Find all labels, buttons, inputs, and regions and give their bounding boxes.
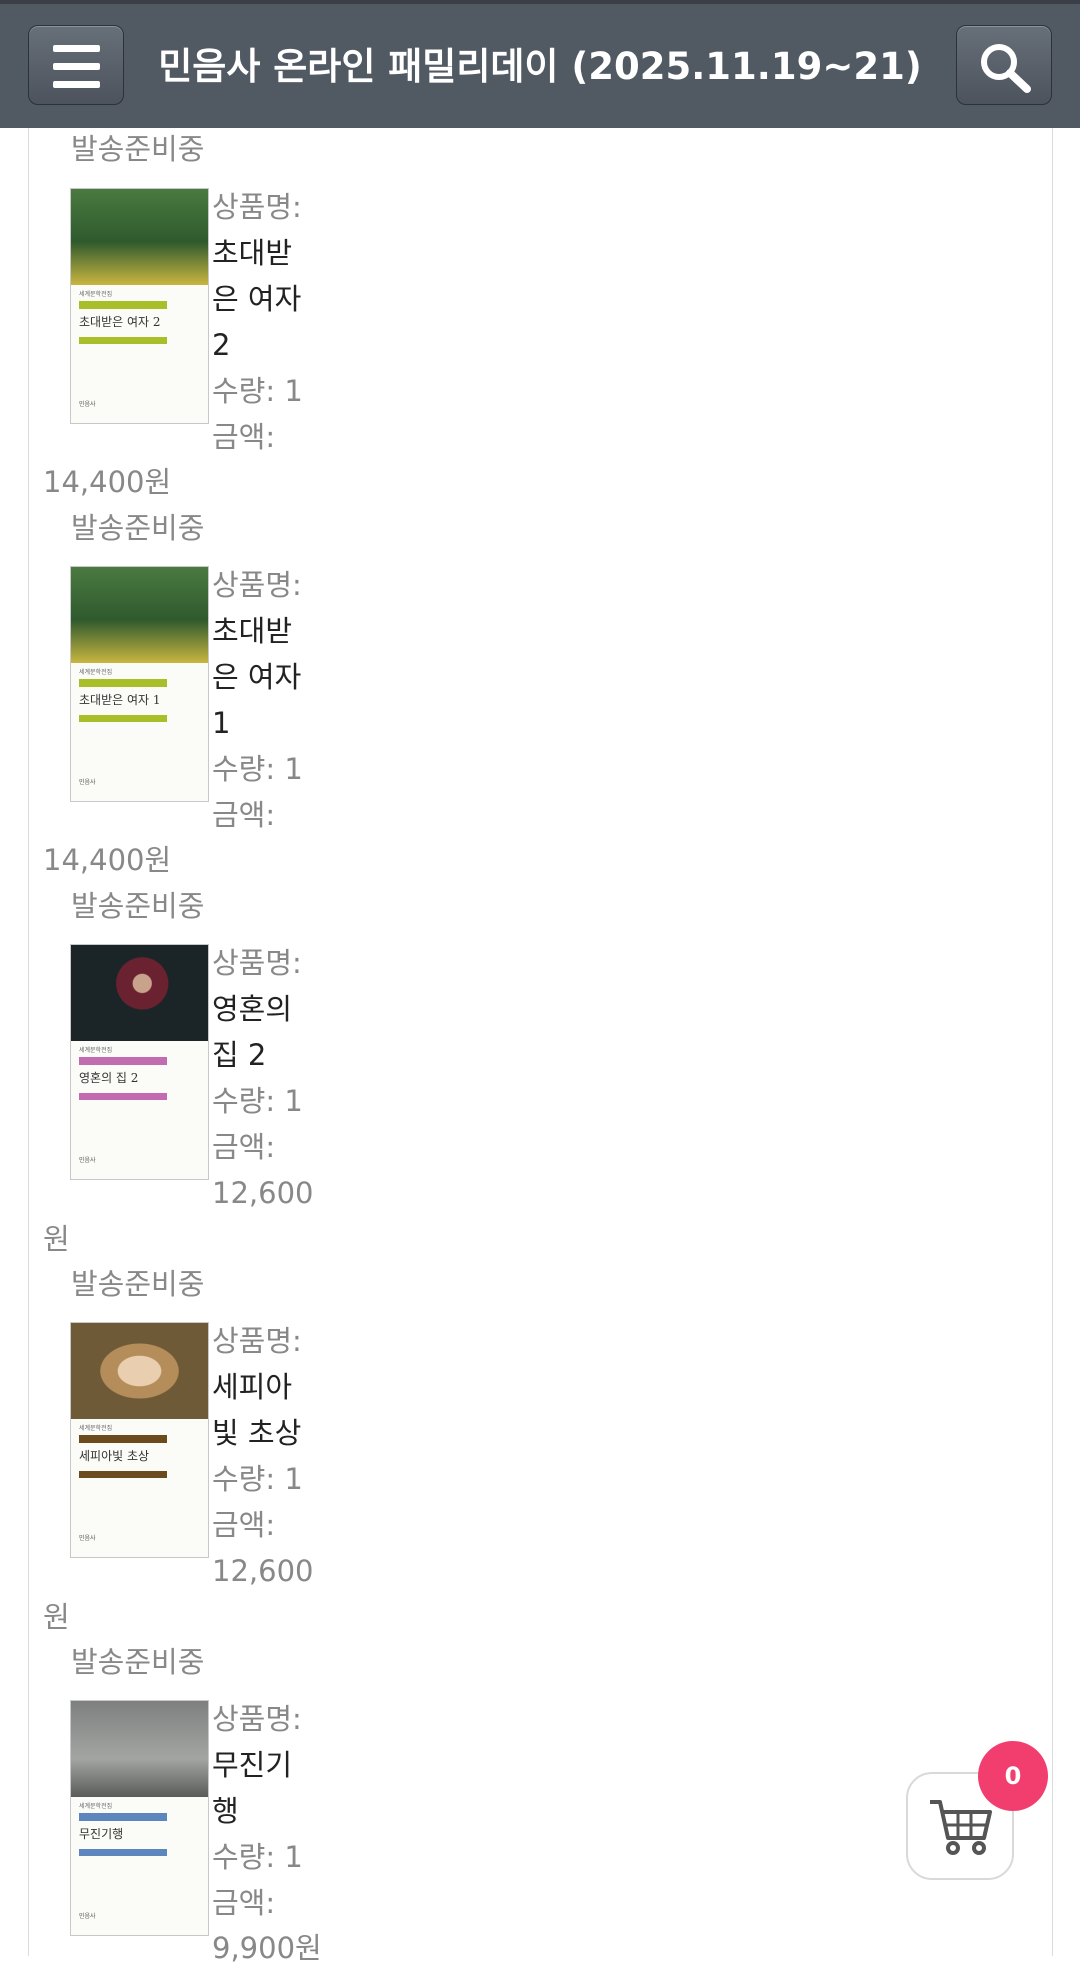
order-status: 발송준비중 bbox=[71, 511, 205, 545]
order-list-panel: 발송준비중 세계문학전집 초대받은 여자 2 민음사 상품명: 초대받 은 여자… bbox=[28, 128, 1053, 1965]
quantity-label: 수량: bbox=[212, 374, 285, 408]
cover-accent-bar bbox=[79, 1471, 167, 1478]
quantity-label: 수량: bbox=[212, 1084, 285, 1118]
quantity-text: 수량: 1 bbox=[212, 1834, 303, 1880]
book-cover-image[interactable]: 세계문학전집 세피아빛 초상 민음사 bbox=[70, 1322, 209, 1558]
product-name-line[interactable]: 집 2 bbox=[212, 1032, 266, 1078]
product-name-label: 상품명: bbox=[212, 1324, 302, 1358]
price-label: 금액: bbox=[212, 1508, 276, 1542]
book-cover-image[interactable]: 세계문학전집 초대받은 여자 2 민음사 bbox=[70, 188, 209, 424]
quantity-label: 수량: bbox=[212, 752, 285, 786]
product-name-line[interactable]: 초대받 bbox=[212, 608, 292, 654]
order-status: 발송준비중 bbox=[71, 889, 205, 923]
header-bar: 민음사 온라인 패밀리데이 (2025.11.19~21) bbox=[0, 4, 1080, 128]
shopping-cart-icon bbox=[930, 1800, 992, 1855]
quantity-text: 수량: 1 bbox=[212, 746, 303, 792]
search-button[interactable] bbox=[956, 25, 1052, 105]
cover-publisher-logo: 민음사 bbox=[79, 401, 96, 408]
cover-series-text: 세계문학전집 bbox=[79, 669, 113, 676]
order-status: 발송준비중 bbox=[71, 132, 205, 166]
quantity-value: 1 bbox=[284, 374, 303, 408]
quantity-label: 수량: bbox=[212, 1840, 285, 1874]
quantity-value: 1 bbox=[284, 1840, 303, 1874]
cover-series-text: 세계문학전집 bbox=[79, 1047, 113, 1054]
cover-accent-bar bbox=[79, 1813, 167, 1821]
product-name-line[interactable]: 은 여자 bbox=[212, 276, 301, 322]
cover-artwork bbox=[71, 567, 208, 663]
cover-title: 세피아빛 초상 bbox=[79, 1449, 150, 1463]
price-label: 금액: bbox=[212, 1130, 276, 1164]
quantity-label: 수량: bbox=[212, 1462, 285, 1496]
page-title: 민음사 온라인 패밀리데이 (2025.11.19~21) bbox=[158, 45, 922, 88]
cover-publisher-logo: 민음사 bbox=[79, 779, 96, 786]
quantity-text: 수량: 1 bbox=[212, 368, 303, 414]
product-name-label: 상품명: bbox=[212, 190, 302, 224]
cover-series-text: 세계문학전집 bbox=[79, 1425, 113, 1432]
product-name-line[interactable]: 초대받 bbox=[212, 230, 292, 276]
price-label: 금액: bbox=[212, 798, 276, 832]
cover-accent-bar bbox=[79, 715, 167, 722]
cover-title: 영혼의 집 2 bbox=[79, 1071, 139, 1085]
quantity-text: 수량: 1 bbox=[212, 1456, 303, 1502]
cover-series-text: 세계문학전집 bbox=[79, 291, 113, 298]
book-cover-image[interactable]: 세계문학전집 무진기행 민음사 bbox=[70, 1700, 209, 1936]
cover-accent-bar bbox=[79, 1093, 167, 1100]
quantity-value: 1 bbox=[284, 1084, 303, 1118]
cover-title: 초대받은 여자 1 bbox=[79, 693, 161, 707]
price-value: 14,400원 bbox=[43, 843, 172, 877]
book-cover-image[interactable]: 세계문학전집 영혼의 집 2 민음사 bbox=[70, 944, 209, 1180]
cover-accent-bar bbox=[79, 679, 167, 687]
cover-series-text: 세계문학전집 bbox=[79, 1803, 113, 1810]
product-name-line[interactable]: 2 bbox=[212, 322, 230, 368]
cover-artwork bbox=[71, 1323, 208, 1419]
price-value: 9,900원 bbox=[212, 1931, 322, 1965]
product-name-line[interactable]: 영혼의 bbox=[212, 986, 292, 1032]
cover-accent-bar bbox=[79, 1057, 167, 1065]
cover-artwork bbox=[71, 189, 208, 285]
product-name-line[interactable]: 은 여자 bbox=[212, 654, 301, 700]
price-label: 금액: bbox=[212, 420, 276, 454]
quantity-value: 1 bbox=[284, 752, 303, 786]
cover-accent-bar bbox=[79, 1435, 167, 1443]
cover-title: 초대받은 여자 2 bbox=[79, 315, 161, 329]
quantity-value: 1 bbox=[284, 1462, 303, 1496]
price-label: 금액: bbox=[212, 1886, 276, 1920]
quantity-text: 수량: 1 bbox=[212, 1078, 303, 1124]
cover-artwork bbox=[71, 945, 208, 1041]
cover-publisher-logo: 민음사 bbox=[79, 1535, 96, 1542]
price-value: 14,400원 bbox=[43, 465, 172, 499]
menu-button[interactable] bbox=[28, 25, 124, 105]
cart-count-badge[interactable]: 0 bbox=[978, 1741, 1048, 1811]
product-name-line[interactable]: 빛 초상 bbox=[212, 1410, 301, 1456]
order-status: 발송준비중 bbox=[71, 1645, 205, 1679]
product-name-line[interactable]: 세피아 bbox=[212, 1364, 292, 1410]
cover-artwork bbox=[71, 1701, 208, 1797]
cover-publisher-logo: 민음사 bbox=[79, 1913, 96, 1920]
product-name-label: 상품명: bbox=[212, 946, 302, 980]
cover-publisher-logo: 민음사 bbox=[79, 1157, 96, 1164]
cover-title: 무진기행 bbox=[79, 1827, 124, 1841]
book-cover-image[interactable]: 세계문학전집 초대받은 여자 1 민음사 bbox=[70, 566, 209, 802]
product-name-label: 상품명: bbox=[212, 1702, 302, 1736]
product-name-line[interactable]: 무진기 bbox=[212, 1742, 292, 1788]
product-name-label: 상품명: bbox=[212, 568, 302, 602]
price-unit: 원 bbox=[43, 1222, 70, 1256]
cover-accent-bar bbox=[79, 301, 167, 309]
price-value: 12,600 bbox=[212, 1554, 314, 1588]
order-status: 발송준비중 bbox=[71, 1267, 205, 1301]
search-icon bbox=[981, 44, 1031, 93]
hamburger-menu-icon bbox=[53, 45, 100, 88]
cover-accent-bar bbox=[79, 337, 167, 344]
price-unit: 원 bbox=[43, 1600, 70, 1634]
price-value: 12,600 bbox=[212, 1176, 314, 1210]
product-name-line[interactable]: 1 bbox=[212, 700, 230, 746]
product-name-line[interactable]: 행 bbox=[212, 1788, 239, 1834]
cover-accent-bar bbox=[79, 1849, 167, 1856]
